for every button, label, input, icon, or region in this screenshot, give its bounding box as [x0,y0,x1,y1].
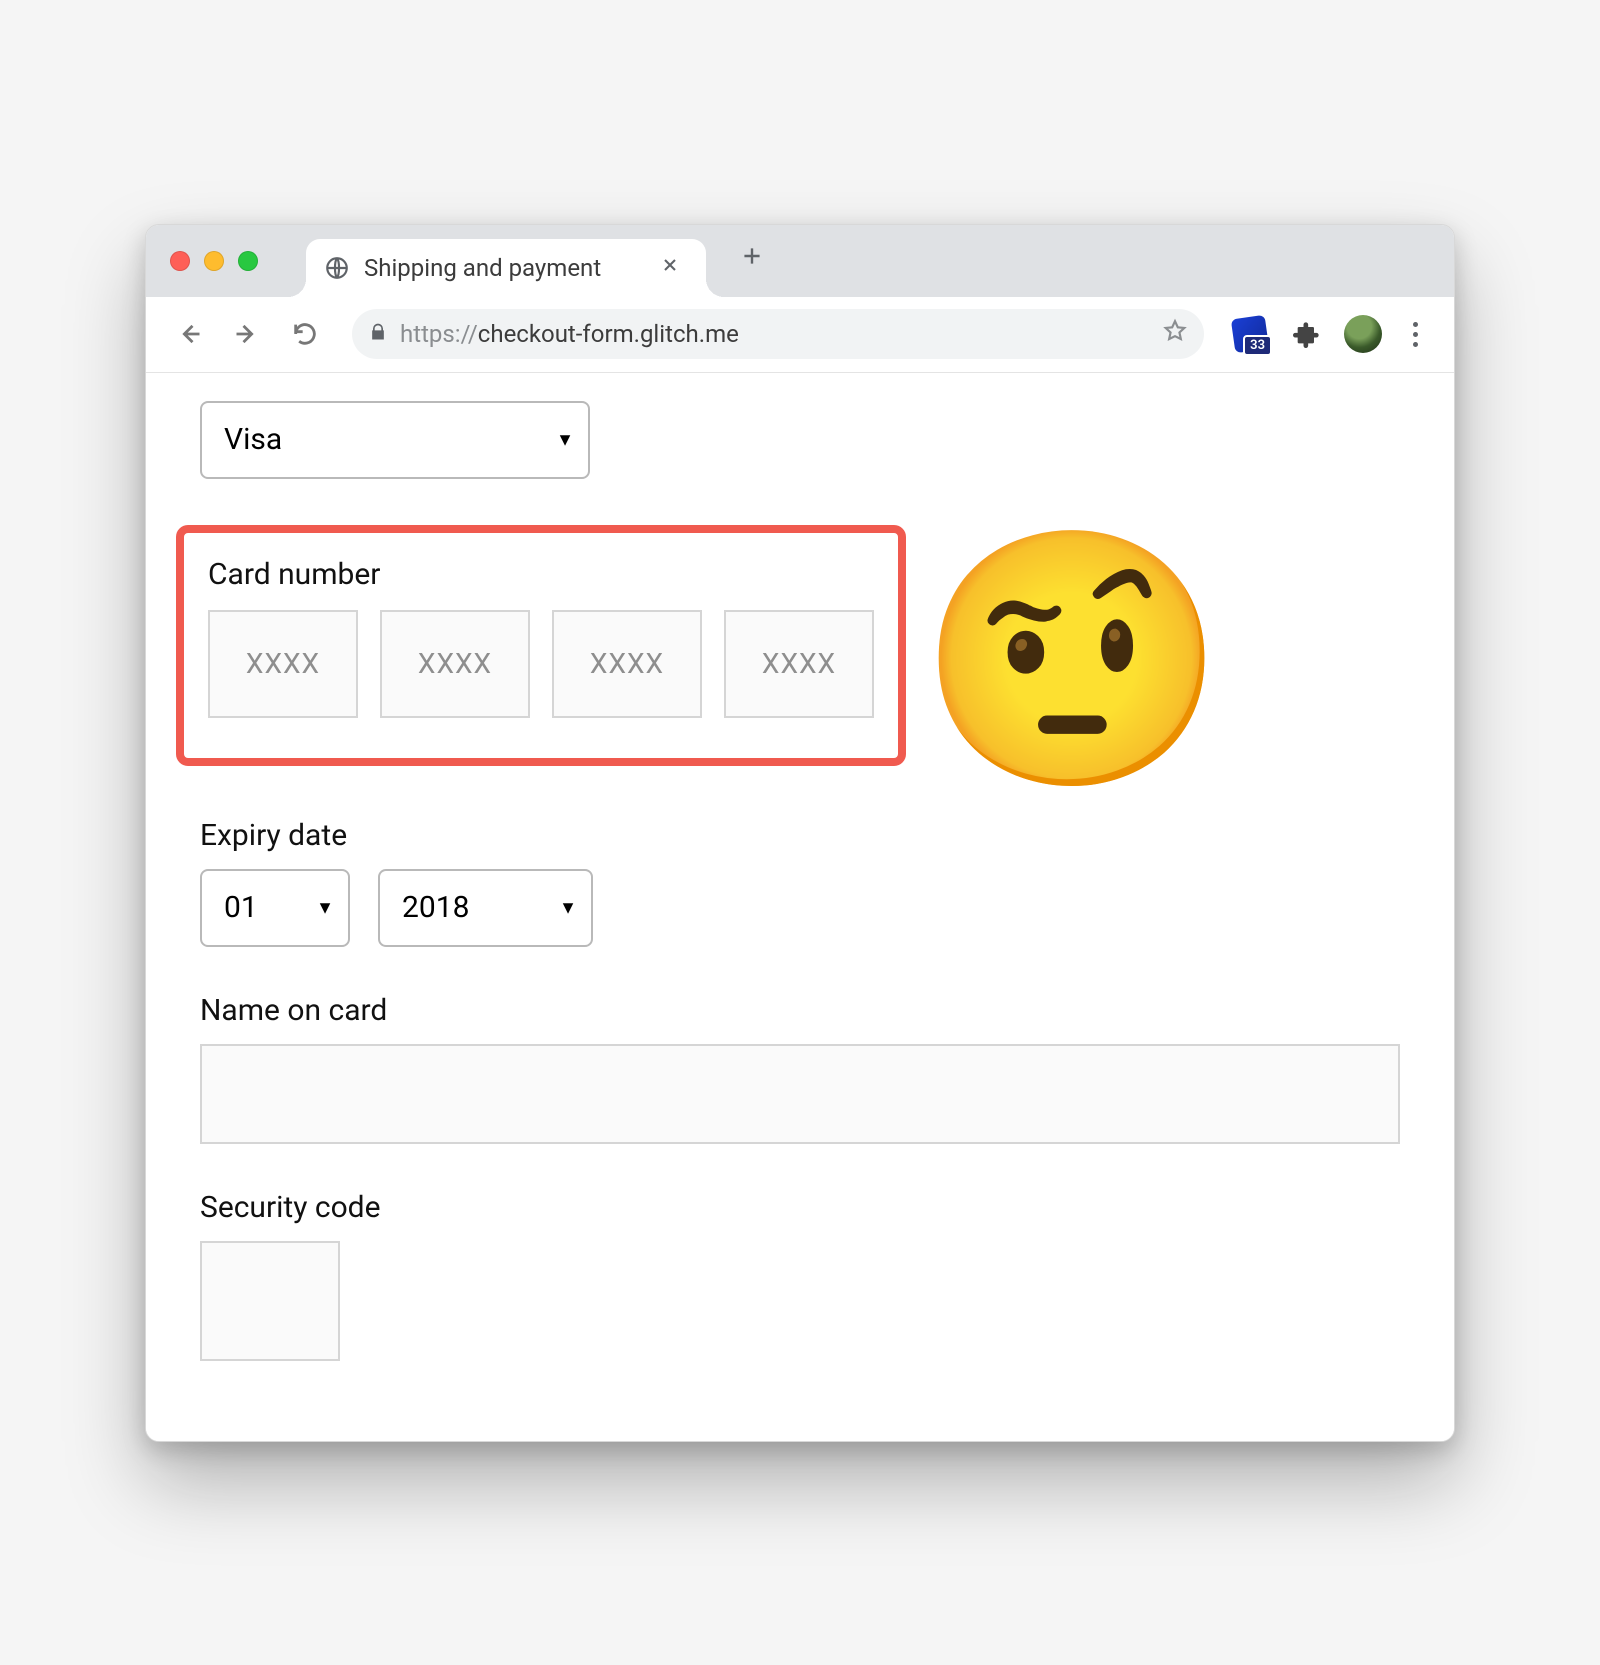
name-field: Name on card [200,993,1400,1144]
card-number-seg-1[interactable] [208,610,358,718]
browser-tab[interactable]: Shipping and payment [306,239,706,297]
extensions-menu-button[interactable] [1286,313,1328,355]
url-text: https://checkout-form.glitch.me [400,320,1150,348]
url-host: checkout-form.glitch.me [478,320,739,348]
card-number-section: Card number 🤨 [176,525,1400,766]
card-number-seg-2[interactable] [380,610,530,718]
reload-button[interactable] [284,313,326,355]
chevron-down-icon: ▼ [559,897,577,918]
card-type-field: Visa ▼ [200,401,1400,479]
card-number-seg-4[interactable] [724,610,874,718]
expiry-label: Expiry date [200,818,1400,853]
minimize-window-button[interactable] [204,251,224,271]
new-tab-button[interactable] [734,238,770,274]
tab-title: Shipping and payment [364,254,642,282]
chevron-down-icon: ▼ [556,429,574,450]
security-code-input[interactable] [200,1241,340,1361]
card-type-value: Visa [224,422,282,457]
card-type-select[interactable]: Visa ▼ [200,401,590,479]
page-content: Visa ▼ Card number 🤨 Expiry da [146,373,1454,1441]
maximize-window-button[interactable] [238,251,258,271]
forward-button[interactable] [226,313,268,355]
card-number-label: Card number [208,557,874,592]
titlebar: Shipping and payment [146,225,1454,297]
expiry-month-select[interactable]: 01 ▼ [200,869,350,947]
url-protocol: https:// [400,320,478,348]
browser-window: Shipping and payment [145,224,1455,1442]
close-tab-button[interactable] [656,251,684,285]
close-window-button[interactable] [170,251,190,271]
browser-menu-button[interactable] [1398,322,1432,347]
card-number-seg-3[interactable] [552,610,702,718]
lock-icon [368,320,388,348]
expiry-year-value: 2018 [402,890,469,925]
extension-button[interactable]: 33 [1230,314,1270,354]
globe-icon [324,255,350,281]
window-controls [170,251,258,271]
security-field: Security code [200,1190,1400,1361]
highlight-annotation: Card number 🤨 [176,525,906,766]
skeptical-emoji-icon: 🤨 [917,537,1228,787]
expiry-year-select[interactable]: 2018 ▼ [378,869,593,947]
card-number-inputs [208,610,874,718]
bookmark-star-icon[interactable] [1162,318,1188,350]
extension-badge-count: 33 [1243,335,1272,356]
toolbar: https://checkout-form.glitch.me 33 [146,297,1454,373]
name-input[interactable] [200,1044,1400,1144]
address-bar[interactable]: https://checkout-form.glitch.me [352,309,1204,359]
name-label: Name on card [200,993,1400,1028]
expiry-month-value: 01 [224,890,258,925]
back-button[interactable] [168,313,210,355]
expiry-field: Expiry date 01 ▼ 2018 ▼ [200,818,1400,947]
chevron-down-icon: ▼ [316,897,334,918]
profile-avatar[interactable] [1344,315,1382,353]
security-label: Security code [200,1190,1400,1225]
